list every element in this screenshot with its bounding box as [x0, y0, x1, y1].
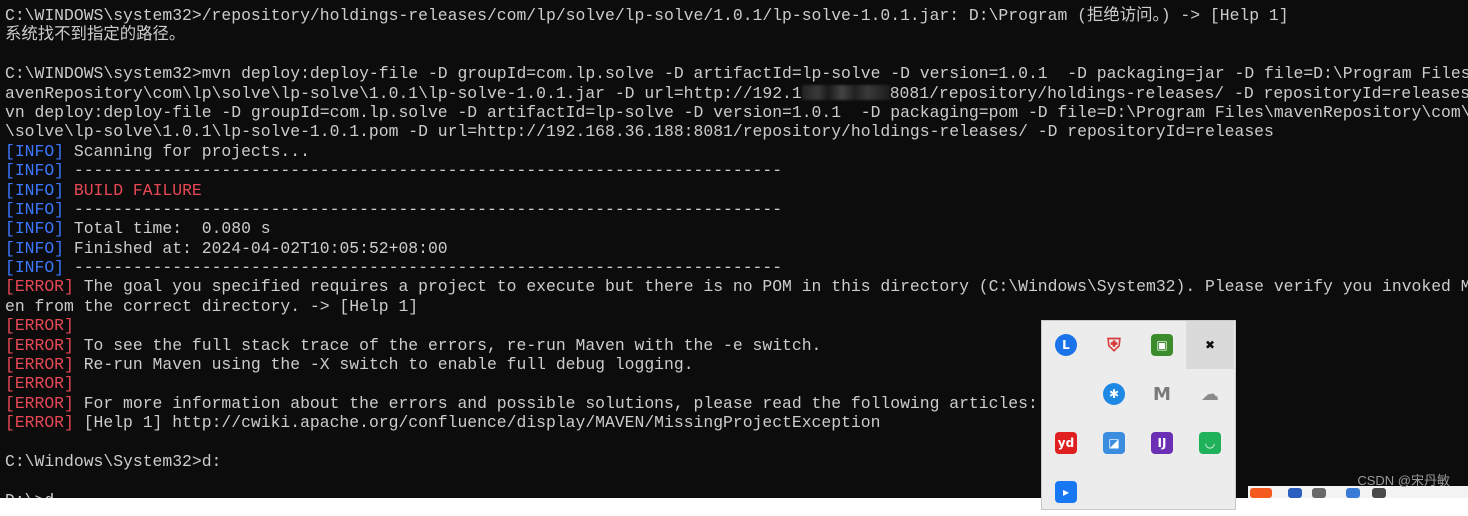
info-tag: [INFO]: [5, 219, 65, 239]
tray-item[interactable]: ◡: [1186, 419, 1234, 467]
console-text: [Help 1] http://cwiki.apache.org/conflue…: [73, 413, 881, 433]
console-line: [INFO] ---------------------------------…: [0, 161, 1468, 180]
console-line: [INFO] BUILD FAILURE: [0, 181, 1468, 200]
tray-item[interactable]: ▸: [1042, 468, 1090, 516]
console-line: \solve\lp-solve\1.0.1\lp-solve-1.0.1.pom…: [0, 122, 1468, 141]
tray-item[interactable]: ☁: [1186, 370, 1234, 418]
error-tag: [ERROR]: [5, 413, 74, 433]
sogou-icon[interactable]: [1250, 488, 1272, 498]
console-text: ----------------------------------------…: [64, 258, 783, 278]
tray-item[interactable]: M: [1138, 370, 1186, 418]
error-tag: [ERROR]: [5, 393, 74, 413]
tray-item[interactable]: ◪: [1090, 419, 1138, 467]
console-text: Finished at: 2024-04-02T10:05:52+08:00: [64, 238, 448, 258]
info-tag: [INFO]: [5, 161, 65, 181]
bluetooth-icon: ✱: [1103, 383, 1125, 405]
console-line: C:\WINDOWS\system32>/repository/holdings…: [0, 6, 1468, 25]
console-line: [ERROR] Re-run Maven using the -X switch…: [0, 355, 1468, 374]
nvidia-icon: ▣: [1151, 334, 1173, 356]
keyboard-icon[interactable]: [1346, 488, 1360, 498]
photo-app-icon: ◪: [1103, 432, 1125, 454]
console-line: [ERROR]: [0, 316, 1468, 335]
error-tag: [ERROR]: [5, 355, 74, 375]
emoji-icon[interactable]: [1312, 488, 1326, 498]
console-text: C:\WINDOWS\system32>mvn deploy:deploy-fi…: [5, 64, 1468, 84]
green-app-icon: ◡: [1199, 432, 1221, 454]
error-tag: [ERROR]: [5, 335, 74, 355]
blue-arrow-icon: ▸: [1055, 481, 1077, 503]
ime-icon[interactable]: [1288, 488, 1302, 498]
info-tag: [INFO]: [5, 258, 65, 278]
console-text: 8081/repository/holdings-releases/ -D re…: [889, 83, 1468, 103]
tray-item[interactable]: ✖: [1186, 321, 1234, 369]
console-text: For more information about the errors an…: [73, 393, 1038, 413]
console-line: [ERROR] For more information about the e…: [0, 394, 1468, 413]
error-tag: [ERROR]: [5, 374, 74, 394]
console-text: C:\WINDOWS\system32>/repository/holdings…: [5, 6, 1289, 25]
console-line: C:\WINDOWS\system32>mvn deploy:deploy-fi…: [0, 64, 1468, 83]
error-tag: [ERROR]: [5, 316, 74, 336]
console-text: C:\Windows\System32>d:: [5, 451, 222, 471]
console-text: avenRepository\com\lp\solve\lp-solve\1.0…: [5, 83, 802, 103]
lenovo-icon: L: [1055, 334, 1077, 356]
info-tag: [INFO]: [5, 238, 65, 258]
console-line: [INFO] Finished at: 2024-04-02T10:05:52+…: [0, 239, 1468, 258]
watermark: CSDN @宋丹敏: [1357, 473, 1450, 488]
console-line: en from the correct directory. -> [Help …: [0, 297, 1468, 316]
console-window[interactable]: C:\WINDOWS\system32>/repository/holdings…: [0, 0, 1468, 498]
console-text: ----------------------------------------…: [64, 161, 783, 181]
console-line: 系统找不到指定的路径。: [0, 25, 1468, 44]
console-line: [INFO] Scanning for projects...: [0, 142, 1468, 161]
console-text: \solve\lp-solve\1.0.1\lp-solve-1.0.1.pom…: [5, 122, 1274, 142]
console-line: [INFO] ---------------------------------…: [0, 200, 1468, 219]
build-failure-text: BUILD FAILURE: [73, 180, 202, 200]
console-text: ----------------------------------------…: [64, 199, 783, 219]
console-text: Scanning for projects...: [64, 141, 310, 161]
tray-item[interactable]: L: [1042, 321, 1090, 369]
shield-warning-icon: M: [1153, 383, 1171, 405]
jetbrains-icon: IJ: [1151, 432, 1173, 454]
cloud-error-icon: ☁: [1201, 383, 1219, 405]
redacted-ip: [801, 84, 890, 100]
console-line: vn deploy:deploy-file -D groupId=com.lp.…: [0, 103, 1468, 122]
console-text: 系统找不到指定的路径。: [5, 25, 186, 45]
tray-item[interactable]: ✱: [1090, 370, 1138, 418]
info-tag: [INFO]: [5, 141, 65, 161]
console-line: [ERROR]: [0, 374, 1468, 393]
tray-item[interactable]: IJ: [1138, 419, 1186, 467]
info-tag: [INFO]: [5, 180, 65, 200]
info-tag: [INFO]: [5, 199, 65, 219]
console-text: D:\>d: [5, 491, 54, 498]
console-line: C:\Windows\System32>d:: [0, 452, 1468, 471]
youdao-icon: yd: [1055, 432, 1077, 454]
console-text: The goal you specified requires a projec…: [73, 277, 1468, 297]
tray-overflow-popup: L ⛨ ▣ ✖ ✱ M ☁ yd ◪ IJ ◡ ▸: [1041, 320, 1236, 510]
console-line: avenRepository\com\lp\solve\lp-solve\1.0…: [0, 84, 1468, 103]
error-tag: [ERROR]: [5, 277, 74, 297]
console-text: en from the correct directory. -> [Help …: [5, 296, 419, 316]
tray-item[interactable]: ▣: [1138, 321, 1186, 369]
console-text: Re-run Maven using the -X switch to enab…: [73, 355, 694, 375]
console-line: [INFO] ---------------------------------…: [0, 258, 1468, 277]
tray-item[interactable]: yd: [1042, 419, 1090, 467]
console-text: vn deploy:deploy-file -D groupId=com.lp.…: [5, 102, 1468, 122]
console-text: To see the full stack trace of the error…: [73, 335, 822, 355]
console-line: [INFO] Total time: 0.080 s: [0, 219, 1468, 238]
tray-item[interactable]: ⛨: [1090, 321, 1138, 369]
security-shield-icon: ⛨: [1107, 334, 1121, 356]
app-dark-icon: ✖: [1204, 338, 1216, 352]
console-line: [ERROR] The goal you specified requires …: [0, 277, 1468, 296]
settings-icon[interactable]: [1372, 488, 1386, 498]
console-line: [ERROR] [Help 1] http://cwiki.apache.org…: [0, 413, 1468, 432]
console-line: [ERROR] To see the full stack trace of t…: [0, 336, 1468, 355]
console-text: Total time: 0.080 s: [64, 219, 271, 239]
